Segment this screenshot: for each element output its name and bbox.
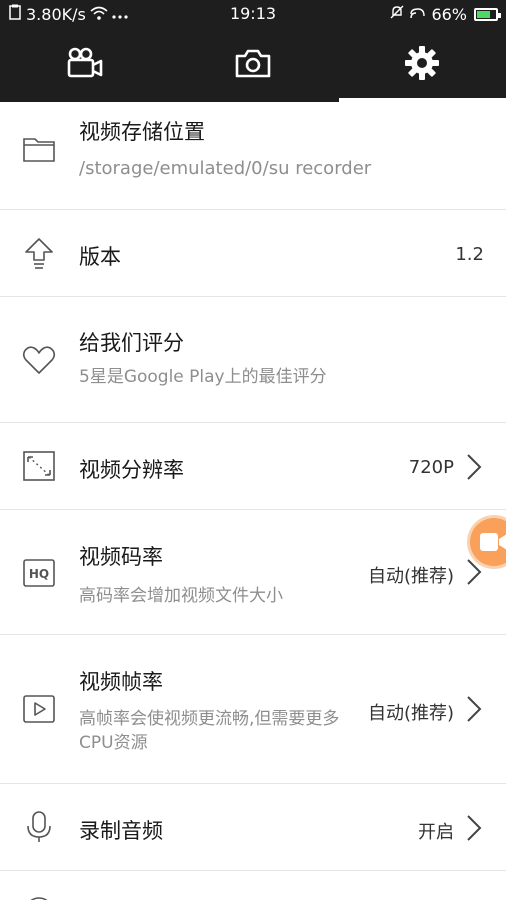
version-value: 1.2 <box>455 244 484 265</box>
rate-title: 给我们评分 <box>79 331 184 355</box>
resize-icon <box>22 449 56 483</box>
upgrade-arrow-icon <box>22 236 56 270</box>
setting-framerate[interactable]: 视频帧率 高帧率会使视频更流畅,但需要更多CPU资源 自动(推荐) <box>0 635 506 784</box>
rate-subtitle: 5星是Google Play上的最佳评分 <box>79 367 327 387</box>
storage-title: 视频存储位置 <box>79 120 205 144</box>
version-title: 版本 <box>79 245 121 269</box>
hq-icon: HQ <box>22 556 56 590</box>
folder-icon <box>22 132 56 166</box>
partial-icon <box>22 895 56 900</box>
setting-bitrate[interactable]: HQ 视频码率 高码率会增加视频文件大小 自动(推荐) <box>0 510 506 635</box>
setting-record-audio[interactable]: 录制音频 开启 <box>0 784 506 871</box>
resolution-value: 720P <box>408 457 454 478</box>
tab-photo[interactable] <box>169 28 338 102</box>
setting-resolution[interactable]: 视频分辨率 720P <box>0 423 506 510</box>
tab-settings[interactable] <box>337 28 506 102</box>
settings-list: 视频存储位置 /storage/emulated/0/su recorder 版… <box>0 102 506 900</box>
setting-next-partial[interactable] <box>0 871 506 900</box>
video-record-icon <box>479 531 506 557</box>
bitrate-title: 视频码率 <box>79 545 163 569</box>
gear-icon <box>402 43 442 87</box>
tab-video[interactable] <box>0 28 169 102</box>
audio-title: 录制音频 <box>79 819 163 843</box>
framerate-value: 自动(推荐) <box>367 703 454 724</box>
battery-icon <box>474 7 501 21</box>
hq-icon-text: HQ <box>29 567 49 581</box>
chevron-right-icon <box>464 695 484 723</box>
framerate-title: 视频帧率 <box>79 670 163 694</box>
chevron-right-icon <box>464 814 484 842</box>
resolution-title: 视频分辨率 <box>79 458 184 482</box>
setting-version[interactable]: 版本 1.2 <box>0 210 506 297</box>
bitrate-subtitle: 高码率会增加视频文件大小 <box>79 586 283 606</box>
play-box-icon <box>22 692 56 726</box>
status-right: 66% <box>389 4 501 24</box>
cast-icon <box>410 4 426 24</box>
setting-rate-us[interactable]: 给我们评分 5星是Google Play上的最佳评分 <box>0 297 506 423</box>
camera-icon <box>233 43 273 87</box>
setting-storage-location[interactable]: 视频存储位置 /storage/emulated/0/su recorder <box>0 102 506 210</box>
framerate-subtitle: 高帧率会使视频更流畅,但需要更多CPU资源 <box>79 709 340 753</box>
mute-bell-icon <box>389 4 405 24</box>
top-tab-bar <box>0 28 506 102</box>
video-camera-icon <box>64 43 104 87</box>
storage-path: /storage/emulated/0/su recorder <box>79 158 372 179</box>
audio-value: 开启 <box>418 822 454 843</box>
heart-icon <box>22 343 56 377</box>
microphone-icon <box>22 810 56 844</box>
battery-percent: 66% <box>431 4 467 24</box>
chevron-right-icon <box>464 453 484 481</box>
status-bar: 3.80K/s 19:13 66% <box>0 0 506 28</box>
bitrate-value: 自动(推荐) <box>367 566 454 587</box>
